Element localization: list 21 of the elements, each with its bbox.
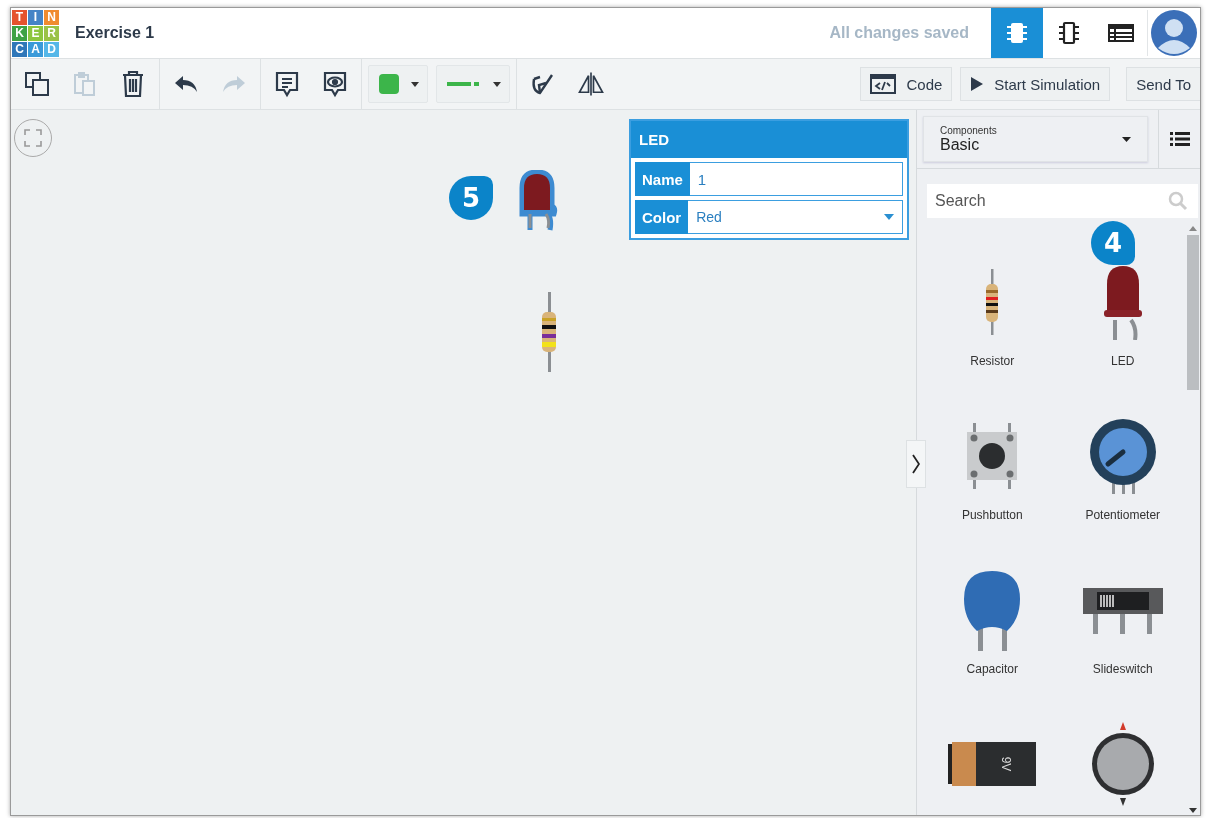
field-label: Color — [635, 200, 689, 234]
component-label: Resistor — [970, 354, 1015, 368]
project-title[interactable]: Exercise 1 — [75, 24, 155, 42]
field-label: Name — [635, 162, 690, 196]
logo: T I N K E R C A D — [12, 9, 59, 57]
step-callout-badge: 5 — [449, 176, 493, 220]
component-label: Potentiometer — [1085, 508, 1161, 522]
components-dropdown[interactable]: Components Basic — [923, 116, 1148, 162]
name-field[interactable]: 1 — [689, 162, 903, 196]
color-select[interactable]: Red — [688, 200, 903, 234]
send-to-button[interactable]: Send To — [1126, 67, 1200, 101]
inspector-title: LED — [631, 121, 907, 158]
search-field[interactable]: Search — [927, 184, 1198, 218]
component-label: Slideswitch — [1092, 662, 1153, 676]
save-status: All changes saved — [829, 24, 969, 42]
code-button[interactable]: Code — [860, 67, 953, 101]
start-simulation-button[interactable]: Start Simulation — [960, 67, 1111, 101]
component-label: LED — [1111, 354, 1135, 368]
component-label: Capacitor — [966, 662, 1018, 676]
component-label: Pushbutton — [961, 508, 1023, 522]
step-callout-badge: 4 — [1091, 221, 1135, 265]
